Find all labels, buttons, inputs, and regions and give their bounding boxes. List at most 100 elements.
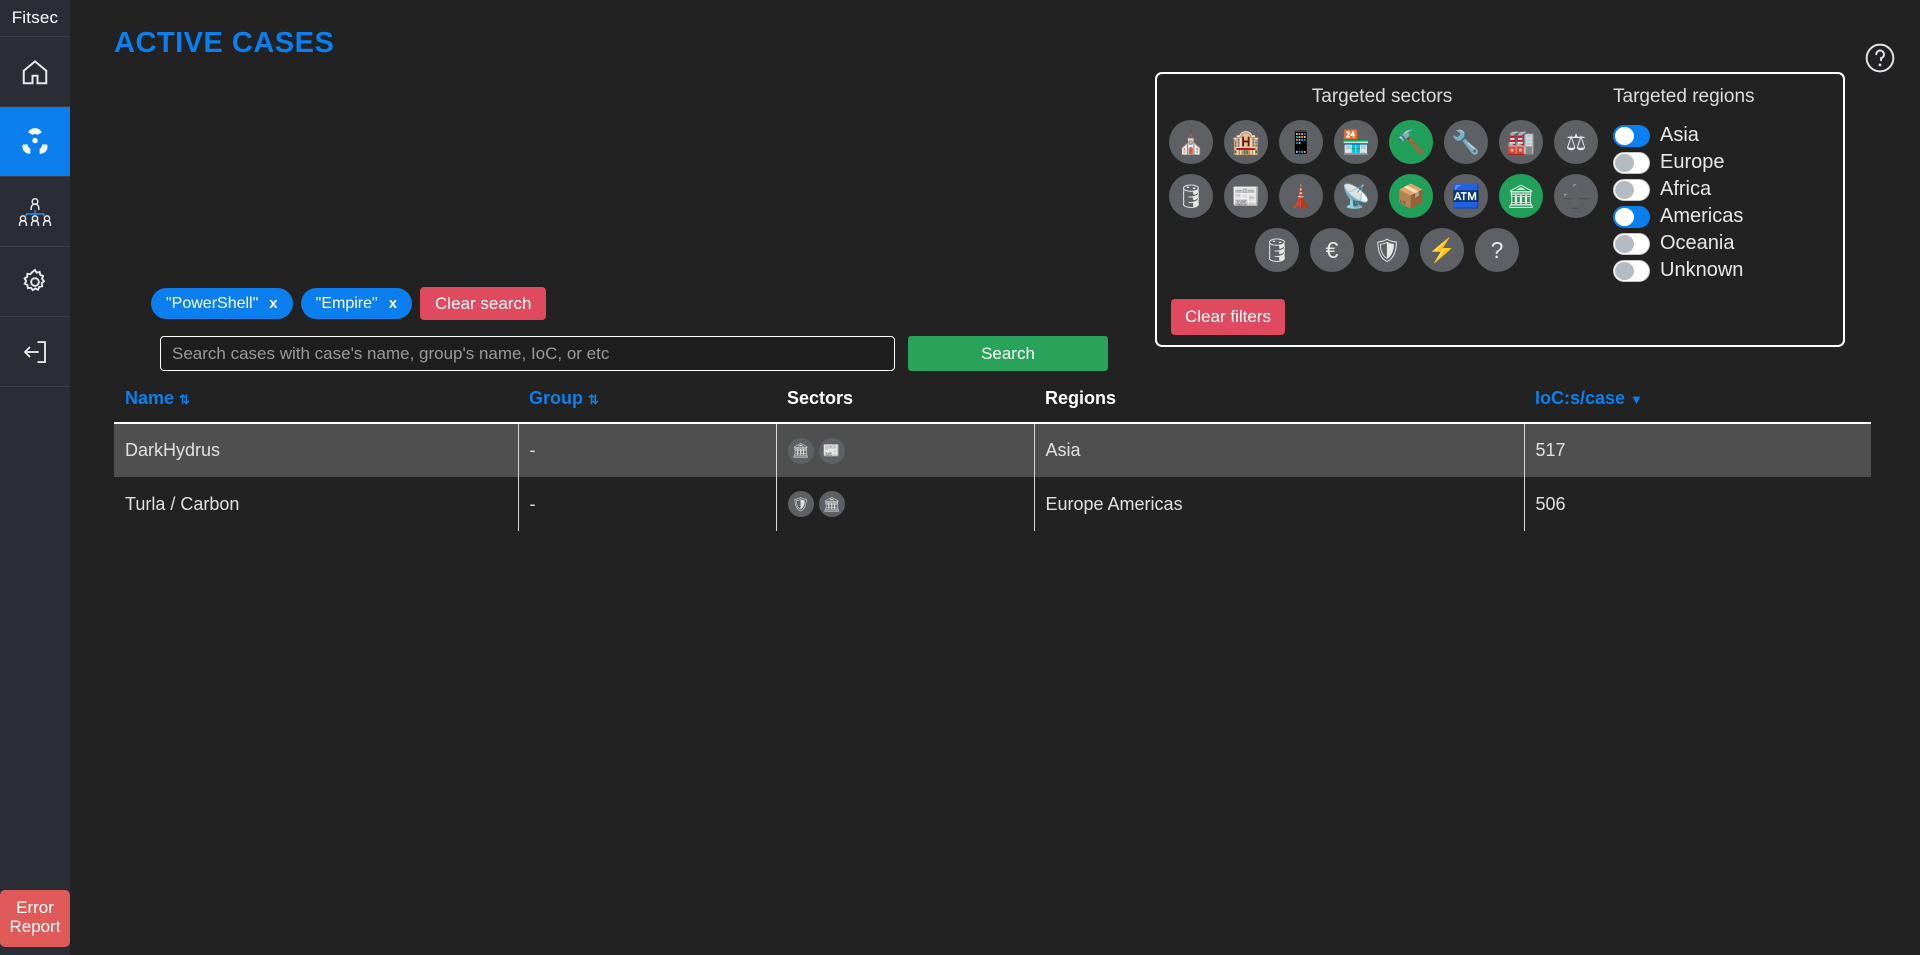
toggle-knob: [1615, 234, 1634, 253]
toggle-switch[interactable]: [1613, 259, 1650, 282]
sector-filter-security[interactable]: 🛡: [1365, 228, 1409, 272]
column-header-name[interactable]: Name ⇅: [114, 382, 518, 424]
media-icon: 📰: [818, 437, 845, 464]
region-label: Oceania: [1660, 232, 1735, 254]
cell-group: -: [518, 423, 777, 477]
search-button[interactable]: Search: [908, 336, 1108, 371]
sector-filter-media[interactable]: 📰: [1224, 174, 1268, 218]
error-report-line2: Report: [9, 917, 61, 937]
sector-filter-retail[interactable]: 🏪: [1334, 120, 1378, 164]
engineering-icon: 🔧: [1451, 128, 1481, 155]
cell-name: DarkHydrus: [114, 423, 519, 477]
toggle-switch[interactable]: [1613, 151, 1650, 174]
sidebar-item-home[interactable]: [0, 37, 70, 107]
sector-icon-group: 🏛 📰: [787, 437, 1034, 464]
error-report-button[interactable]: Error Report: [0, 889, 70, 947]
region-label: Africa: [1660, 178, 1712, 200]
sector-filter-oil[interactable]: 🛢: [1255, 228, 1299, 272]
security-icon: 🛡: [1372, 236, 1402, 263]
atm-banking-icon: 🏧: [1451, 182, 1481, 209]
toggle-knob: [1615, 261, 1634, 280]
sector-filter-legal[interactable]: ⚖: [1554, 120, 1598, 164]
search-tag[interactable]: "Empire" x: [300, 288, 413, 319]
sector-row-1: ⛪ 🏨 📱 🏪 🔨 🔧 🏭 ⚖: [1169, 120, 1607, 164]
sector-filter-electronics[interactable]: 📱: [1279, 120, 1323, 164]
search-tags: "PowerShell" x "Empire" x Clear search: [151, 287, 547, 320]
sector-filter-logistics[interactable]: 📦: [1389, 174, 1433, 218]
cell-regions: Europe Americas: [1034, 477, 1525, 531]
toggle-switch[interactable]: [1613, 205, 1650, 228]
sector-filter-unknown[interactable]: ?: [1475, 228, 1519, 272]
clear-filters-button[interactable]: Clear filters: [1171, 299, 1285, 335]
sort-arrow-icon[interactable]: ▼: [1630, 392, 1643, 407]
cases-table: Name ⇅ Group ⇅ Sectors Regions IoC:s/case ▼ Dar…: [114, 382, 1871, 531]
sector-filter-religious[interactable]: ⛪: [1169, 120, 1213, 164]
toggle-switch[interactable]: [1613, 178, 1650, 201]
sector-filter-government[interactable]: 🏛: [1499, 174, 1543, 218]
sidebar-item-logout[interactable]: [0, 317, 70, 387]
cell-name: Turla / Carbon: [114, 477, 519, 531]
manufacturing-icon: 🏭: [1506, 128, 1536, 155]
unknown-icon: ?: [1490, 236, 1504, 263]
sector-filter-chemical-gas[interactable]: 🛢: [1169, 174, 1213, 218]
sector-filter-energy[interactable]: ⚡: [1420, 228, 1464, 272]
sector-filter-engineering[interactable]: 🔧: [1444, 120, 1488, 164]
sector-row-3: 🛢 € 🛡 ⚡?: [1169, 228, 1607, 272]
region-toggle-unknown[interactable]: Unknown: [1613, 257, 1837, 284]
region-toggle-europe[interactable]: Europe: [1613, 149, 1837, 176]
cell-regions: Asia: [1034, 423, 1525, 477]
region-label: Americas: [1660, 205, 1744, 227]
toggle-switch[interactable]: [1613, 232, 1650, 255]
logistics-icon: 📦: [1396, 182, 1426, 209]
column-header-ioc-s-case[interactable]: IoC:s/case ▼: [1524, 382, 1871, 424]
sector-filter-hospitality[interactable]: 🏨: [1224, 120, 1268, 164]
sort-arrow-icon[interactable]: ⇅: [179, 392, 190, 407]
column-header-label: Regions: [1045, 388, 1117, 408]
clear-search-button[interactable]: Clear search: [420, 287, 547, 320]
column-header-group[interactable]: Group ⇅: [518, 382, 776, 424]
app-logo[interactable]: Fitsec: [0, 0, 70, 37]
legal-icon: ⚖: [1565, 128, 1587, 155]
region-label: Europe: [1660, 151, 1725, 173]
search-input[interactable]: [160, 336, 895, 371]
table-row[interactable]: Turla / Carbon - 🛡 🏛 Europe Americas 506: [114, 477, 1871, 531]
toggle-knob: [1615, 153, 1634, 172]
help-icon[interactable]: [1864, 42, 1896, 74]
sidebar-item-settings[interactable]: [0, 247, 70, 317]
search-tag[interactable]: "PowerShell" x: [151, 288, 293, 319]
sector-filter-construction[interactable]: 🔨: [1389, 120, 1433, 164]
sector-icon-group: 🛡 🏛: [787, 491, 1034, 517]
column-header-regions: Regions: [1034, 382, 1524, 424]
sector-filter-manufacturing[interactable]: 🏭: [1499, 120, 1543, 164]
utilities-icon: 🗼: [1286, 182, 1316, 209]
table-row[interactable]: DarkHydrus - 🏛 📰 Asia 517: [114, 423, 1871, 477]
home-icon: [20, 57, 50, 87]
sector-filter-utilities[interactable]: 🗼: [1279, 174, 1323, 218]
column-header-label: Group: [529, 388, 583, 408]
healthcare-icon: ➕: [1561, 182, 1591, 209]
sector-filter-telecom[interactable]: 📡: [1334, 174, 1378, 218]
sidebar-item-cases[interactable]: [0, 107, 70, 177]
telecom-icon: 📡: [1341, 182, 1371, 209]
government-icon: 🏛: [1506, 182, 1536, 209]
targeted-regions-title: Targeted regions: [1613, 86, 1755, 107]
toggle-switch[interactable]: [1613, 124, 1650, 147]
remove-tag-icon[interactable]: x: [269, 295, 277, 312]
remove-tag-icon[interactable]: x: [389, 295, 397, 312]
sector-filter-atm-banking[interactable]: 🏧: [1444, 174, 1488, 218]
region-toggle-africa[interactable]: Africa: [1613, 176, 1837, 203]
region-toggle-asia[interactable]: Asia: [1613, 122, 1837, 149]
region-toggle-oceania[interactable]: Oceania: [1613, 230, 1837, 257]
region-toggle-americas[interactable]: Americas: [1613, 203, 1837, 230]
filter-panel: Targeted sectors Targeted regions ⛪ 🏨 📱 🏪 🔨 🔧…: [1155, 72, 1845, 347]
sidebar-item-groups[interactable]: [0, 177, 70, 247]
column-header-label: Sectors: [787, 388, 854, 408]
sidebar: Fitsec Error Report: [0, 0, 70, 955]
sector-filter-healthcare[interactable]: ➕: [1554, 174, 1598, 218]
electronics-icon: 📱: [1286, 128, 1316, 155]
government-icon: 🏛: [787, 437, 814, 464]
region-filter-list: Asia Europe Africa Americas Oceania Unknown: [1607, 108, 1837, 284]
energy-icon: ⚡: [1427, 236, 1457, 263]
sort-arrow-icon[interactable]: ⇅: [588, 392, 599, 407]
sector-filter-finance[interactable]: €: [1310, 228, 1354, 272]
